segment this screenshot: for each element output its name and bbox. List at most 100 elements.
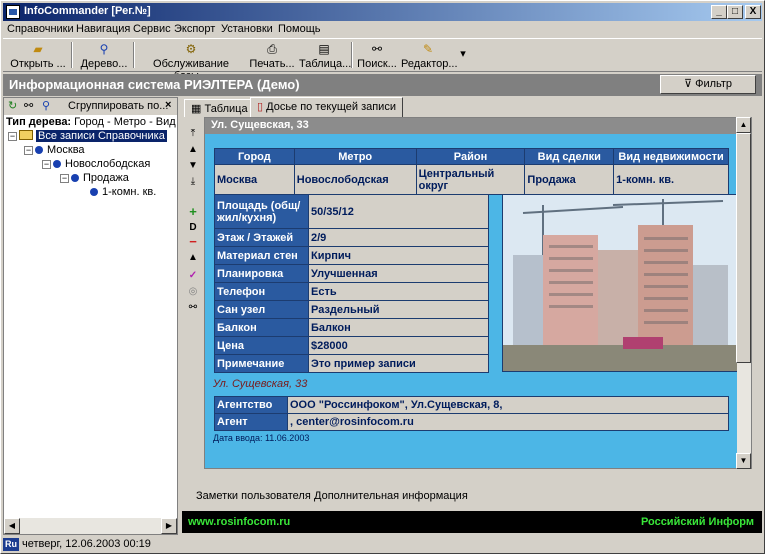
add-record-icon[interactable]: + xyxy=(186,205,200,218)
attr-value: Балкон xyxy=(308,318,489,337)
record-address: Ул. Сущевская, 33 xyxy=(213,378,308,390)
tree-node-novoslobodskaya[interactable]: − Новослободская xyxy=(42,158,150,172)
print-button[interactable]: ⎙ Печать... xyxy=(247,40,297,71)
funnel-icon: ⊽ xyxy=(683,78,693,90)
tree-node-root[interactable]: − Все записи Справочника xyxy=(8,130,167,144)
cell-district: Центральный округ xyxy=(415,164,526,195)
scroll-left-icon[interactable]: ◀ xyxy=(4,518,20,534)
tab-additional-info[interactable]: Дополнительная информация xyxy=(314,490,468,502)
agency-table: Агентство ООО "Россинфоком", Ул.Сущевская… xyxy=(214,396,729,431)
title-bar[interactable]: InfoCommander [Рег.№] _ □ X xyxy=(3,3,762,21)
binoculars-icon[interactable]: ⚯ xyxy=(24,99,33,112)
menu-spravochniki[interactable]: Справочники xyxy=(7,23,74,35)
maximize-button[interactable]: □ xyxy=(727,5,743,19)
scroll-right-icon[interactable]: ▶ xyxy=(161,518,177,534)
page-title: Информационная система РИЭЛТЕРА (Демо) xyxy=(9,77,300,92)
cell-city: Москва xyxy=(214,164,295,195)
scroll-thumb[interactable] xyxy=(736,133,751,363)
scroll-up-icon[interactable]: ▲ xyxy=(736,117,751,133)
app-icon[interactable] xyxy=(6,5,20,19)
menu-navigation[interactable]: Навигация xyxy=(76,23,130,35)
document-icon: ▯ xyxy=(257,101,264,113)
minimize-button[interactable]: _ xyxy=(711,5,727,19)
check-icon[interactable]: ✓ xyxy=(186,269,200,282)
folder-open-icon: ▰ xyxy=(33,42,43,56)
tree-type-value: Город - Метро - Вид с xyxy=(74,116,176,128)
close-button[interactable]: X xyxy=(745,5,761,19)
attr-key: Цена xyxy=(214,336,309,355)
language-indicator[interactable]: Ru xyxy=(3,538,19,551)
binoculars-icon: ⚯ xyxy=(371,42,383,56)
delete-record-icon[interactable]: − xyxy=(186,235,200,248)
attr-value: Улучшенная xyxy=(308,264,489,283)
attr-value: Раздельный xyxy=(308,300,489,319)
menu-settings[interactable]: Установки xyxy=(221,23,273,35)
main-panel: ▦ Таблица ▯ Досье по текущей записи ⤒ ▲ … xyxy=(182,97,762,535)
menu-service[interactable]: Сервис xyxy=(133,23,171,35)
collapse-icon[interactable]: − xyxy=(8,132,17,141)
tree-node-moscow[interactable]: − Москва xyxy=(24,144,85,158)
attr-key: Сан узел xyxy=(214,300,309,319)
tree-node-sale[interactable]: − Продажа xyxy=(60,172,129,186)
group-by-button[interactable]: Сгруппировать по... xyxy=(68,100,168,112)
next-record-icon[interactable]: ▼ xyxy=(186,159,200,172)
node-icon xyxy=(71,174,79,182)
tree-button[interactable]: ⚲ Дерево... xyxy=(79,40,129,71)
cancel-circle-icon[interactable]: ◎ xyxy=(186,285,200,298)
collapse-icon[interactable]: − xyxy=(60,174,69,183)
tab-dossier[interactable]: ▯ Досье по текущей записи xyxy=(250,97,403,117)
attr-value: 50/35/12 xyxy=(308,194,489,229)
attr-value: $28000 xyxy=(308,336,489,355)
editor-button[interactable]: ✎ Редактор... xyxy=(401,40,458,71)
service-button[interactable]: ⚙ Обслуживание базы... xyxy=(139,40,243,82)
footer-banner: www.rosinfocom.ru Российский Информ xyxy=(182,511,762,533)
pencil-icon: ✎ xyxy=(422,42,434,56)
status-datetime: четверг, 12.06.2003 00:19 xyxy=(22,538,151,550)
attr-value: Кирпич xyxy=(308,246,489,265)
menu-help[interactable]: Помощь xyxy=(278,23,321,35)
col-header: Вид недвижимости xyxy=(613,148,729,165)
menu-export[interactable]: Экспорт xyxy=(174,23,215,35)
attr-key: Балкон xyxy=(214,318,309,337)
attr-key: Планировка xyxy=(214,264,309,283)
table-button[interactable]: ▤ Таблица... xyxy=(299,40,351,71)
toolbar-separator xyxy=(351,42,353,68)
close-panel-icon[interactable]: × xyxy=(165,99,171,111)
menu-bar: Справочники Навигация Сервис Экспорт Уст… xyxy=(3,21,762,38)
window-title: InfoCommander [Рег.№] xyxy=(24,5,151,17)
attr-key: Материал стен xyxy=(214,246,309,265)
footer-link[interactable]: www.rosinfocom.ru xyxy=(188,516,290,528)
tree-icon[interactable]: ⚲ xyxy=(42,99,50,112)
last-record-icon[interactable]: ⤓ xyxy=(186,175,200,188)
toolbar-separator xyxy=(71,42,73,68)
agent-value: , center@rosinfocom.ru xyxy=(287,413,729,431)
search-button[interactable]: ⚯ Поиск... xyxy=(355,40,399,71)
attr-value: 2/9 xyxy=(308,228,489,247)
cell-deal: Продажа xyxy=(524,164,615,195)
filter-button[interactable]: ⊽ Фильтр xyxy=(660,75,756,94)
app-window: InfoCommander [Рег.№] _ □ X Справочники … xyxy=(0,0,765,554)
refresh-icon[interactable]: ↻ xyxy=(8,99,17,112)
attr-value: Это пример записи xyxy=(308,354,489,373)
app-header: Информационная система РИЭЛТЕРА (Демо) ⊽… xyxy=(3,74,762,96)
tab-user-notes[interactable]: Заметки пользователя xyxy=(196,490,311,502)
prev-record-icon[interactable]: ▲ xyxy=(186,143,200,156)
binoculars-icon[interactable]: ⚯ xyxy=(186,301,200,314)
dossier-vscrollbar[interactable]: ▲ ▼ xyxy=(736,117,751,469)
dossier-view: Ул. Сущевская, 33 Город Метро Район Вид … xyxy=(204,117,752,469)
tab-table[interactable]: ▦ Таблица xyxy=(184,99,255,117)
bottom-tab-bar: Заметки пользователя Дополнительная инфо… xyxy=(182,485,762,507)
first-record-icon[interactable]: ⤒ xyxy=(186,127,200,140)
post-record-icon[interactable]: ▲ xyxy=(186,251,200,264)
status-bar: Ru четверг, 12.06.2003 00:19 xyxy=(3,537,762,553)
open-button[interactable]: ▰ Открыть ... xyxy=(9,40,67,71)
record-nav-bar: ⤒ ▲ ▼ ⤓ + D − ▲ ✓ ◎ ⚯ xyxy=(182,117,204,482)
duplicate-record-icon[interactable]: D xyxy=(186,221,200,234)
scroll-down-icon[interactable]: ▼ xyxy=(736,453,751,469)
collapse-icon[interactable]: − xyxy=(24,146,33,155)
tree-hscrollbar[interactable]: ◀ ▶ xyxy=(4,518,177,534)
collapse-icon[interactable]: − xyxy=(42,160,51,169)
toolbar-separator xyxy=(133,42,135,68)
tree-node-1room[interactable]: 1-комн. кв. xyxy=(90,186,156,200)
property-photo xyxy=(502,194,740,372)
